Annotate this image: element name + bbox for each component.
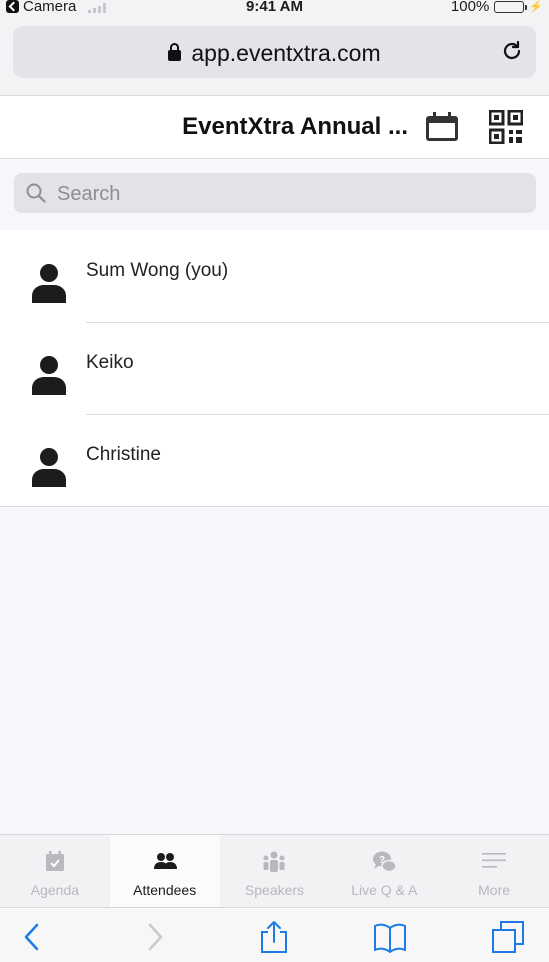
search-icon	[26, 183, 46, 203]
tab-bar: Agenda Attendees Speakers ? Live Q & A M…	[0, 834, 549, 907]
lock-icon	[168, 43, 182, 61]
app-header: EventXtra Annual ...	[0, 96, 549, 159]
row-divider	[86, 322, 549, 323]
bookmarks-icon[interactable]	[373, 920, 407, 954]
browser-address-area: app.eventxtra.com	[0, 16, 549, 96]
battery-icon	[494, 0, 528, 13]
attendee-row[interactable]: Sum Wong (you)	[0, 230, 549, 322]
person-icon	[32, 264, 66, 303]
tab-speakers[interactable]: Speakers	[220, 835, 330, 907]
status-right: 100% ⚡	[451, 0, 543, 15]
charging-icon: ⚡	[529, 1, 543, 13]
tab-label: Agenda	[30, 882, 80, 898]
page-title: EventXtra Annual ...	[182, 113, 408, 140]
qr-code-icon[interactable]	[489, 110, 523, 144]
address-text-row: app.eventxtra.com	[13, 40, 536, 67]
tab-live-qa[interactable]: ? Live Q & A	[329, 835, 439, 907]
search-area	[0, 159, 549, 231]
row-divider	[86, 414, 549, 415]
menu-icon	[482, 853, 507, 868]
qa-icon: ?	[373, 851, 398, 873]
tab-label: Attendees	[133, 882, 197, 898]
forward-icon[interactable]	[137, 920, 171, 954]
tab-more[interactable]: More	[439, 835, 549, 907]
battery-percent: 100%	[450, 0, 490, 15]
attendee-name: Keiko	[86, 352, 134, 373]
attendee-name: Sum Wong (you)	[86, 260, 229, 281]
status-bar: Camera 9:41 AM 100% ⚡	[0, 0, 549, 16]
agenda-icon	[45, 851, 64, 871]
person-icon	[32, 448, 66, 487]
share-icon[interactable]	[257, 920, 291, 954]
attendee-row[interactable]: Christine	[0, 414, 549, 506]
tab-label: More	[478, 882, 511, 898]
tabs-icon[interactable]	[491, 920, 525, 954]
calendar-icon[interactable]	[425, 111, 459, 143]
attendee-list: Sum Wong (you) Keiko Christine	[0, 230, 549, 507]
url-text[interactable]: app.eventxtra.com	[191, 40, 380, 66]
tab-label: Speakers	[244, 882, 305, 898]
search-box[interactable]	[14, 173, 536, 213]
tab-label: Live Q & A	[351, 882, 418, 898]
svg-text:?: ?	[379, 855, 385, 866]
tab-attendees[interactable]: Attendees	[109, 835, 220, 907]
attendee-row[interactable]: Keiko	[0, 322, 549, 414]
attendee-name: Christine	[86, 444, 161, 465]
person-icon	[32, 356, 66, 395]
speakers-icon	[263, 851, 285, 872]
attendees-icon	[153, 853, 177, 869]
browser-toolbar	[0, 907, 549, 962]
address-bar[interactable]: app.eventxtra.com	[13, 26, 536, 78]
tab-agenda[interactable]: Agenda	[0, 835, 110, 907]
back-icon[interactable]	[16, 920, 50, 954]
reload-icon[interactable]	[500, 39, 524, 63]
search-input[interactable]	[55, 179, 519, 209]
